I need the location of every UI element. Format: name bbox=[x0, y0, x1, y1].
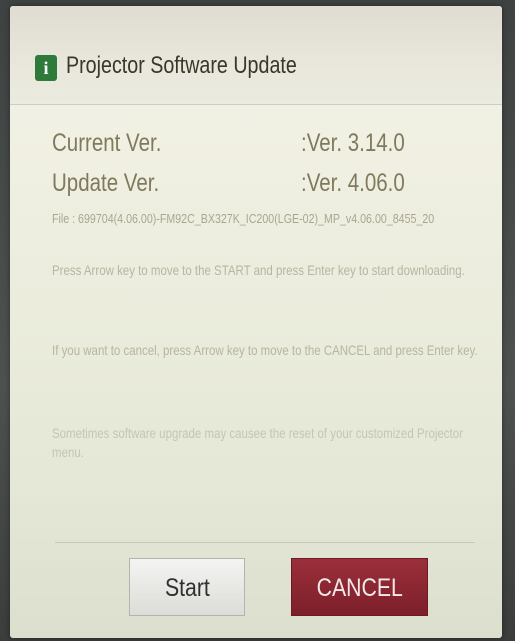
cancel-instruction-text: If you want to cancel, press Arrow key t… bbox=[52, 342, 478, 358]
start-button-label: Start bbox=[164, 574, 210, 602]
cancel-button[interactable]: CANCEL bbox=[291, 558, 428, 616]
current-version-label: Current Ver. bbox=[52, 129, 162, 157]
current-version-value: :Ver. 3.14.0 bbox=[301, 129, 405, 157]
button-divider bbox=[55, 542, 475, 543]
update-version-label: Update Ver. bbox=[52, 169, 160, 197]
software-update-dialog: i Projector Software Update Current Ver.… bbox=[10, 6, 502, 638]
dialog-title: Projector Software Update bbox=[66, 52, 297, 79]
cancel-button-label: CANCEL bbox=[316, 574, 403, 602]
update-file-name: File : 699704(4.06.00)-FM92C_BX327K_IC20… bbox=[52, 211, 435, 226]
update-version-value: :Ver. 4.06.0 bbox=[301, 169, 405, 197]
dialog-title-bar: i Projector Software Update bbox=[10, 6, 502, 105]
reset-warning-text: Sometimes software upgrade may causee th… bbox=[52, 425, 463, 460]
start-button[interactable]: Start bbox=[129, 558, 245, 616]
screen-background: i Projector Software Update Current Ver.… bbox=[0, 0, 515, 641]
info-icon: i bbox=[35, 55, 57, 81]
start-instruction-text: Press Arrow key to move to the START and… bbox=[52, 262, 465, 278]
